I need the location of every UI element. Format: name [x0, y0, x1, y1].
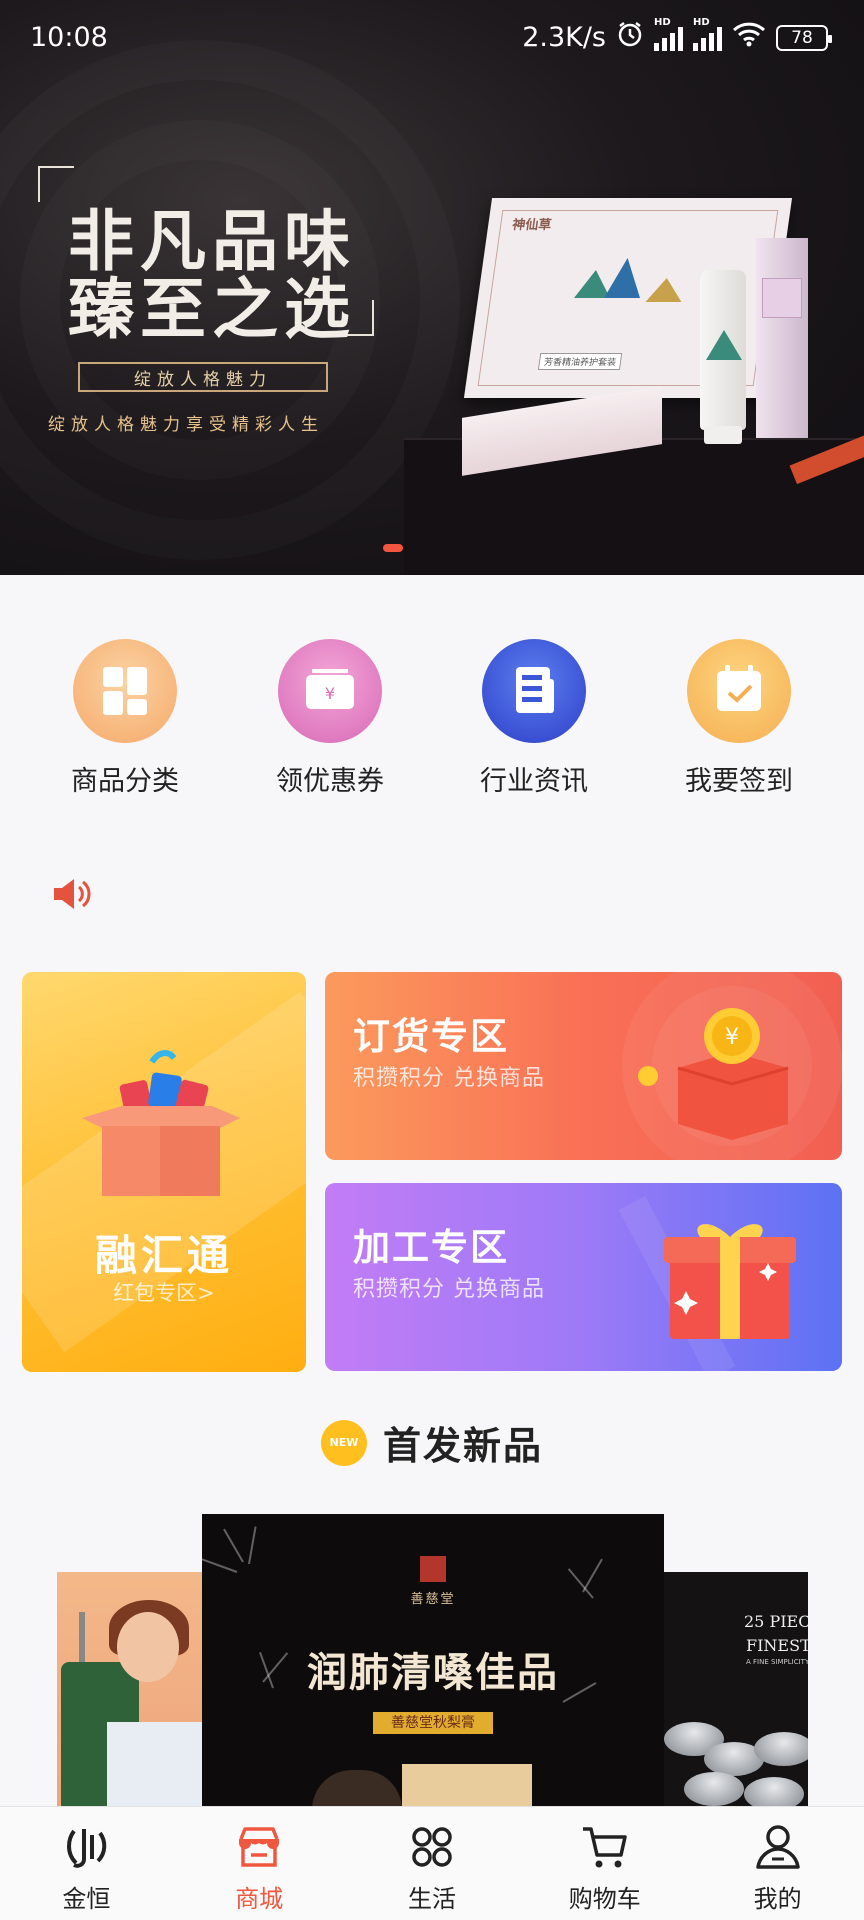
promo-left-title: 融汇通: [94, 1231, 233, 1280]
quick-item-label: 行业资讯: [480, 766, 588, 797]
signal-icon: HD: [693, 17, 722, 51]
promo-rongfutong[interactable]: 融汇通 红包专区>: [22, 972, 306, 1372]
product-brand: 神仙草: [511, 218, 553, 233]
cookware-line2: FINEST: [746, 1636, 808, 1655]
banner-subtitle: 绽放人格魅力享受精彩人生: [48, 415, 324, 435]
promo-br-title: 加工专区: [353, 1226, 509, 1269]
svg-text:¥: ¥: [725, 1025, 739, 1050]
bottom-tab-bar: 金恒 商城 生活 购物车 我的: [0, 1806, 864, 1920]
cookware-line1: 25 PIECE: [744, 1612, 808, 1631]
promo-br-subtitle: 积攒积分 兑换商品: [353, 1277, 545, 1302]
status-time: 10:08: [30, 22, 108, 53]
news-icon: [482, 639, 586, 743]
pear-title: 润肺清嗓佳品: [307, 1649, 559, 1696]
battery-icon: 78: [776, 24, 832, 51]
coupon-icon: ¥: [278, 639, 382, 743]
coin-box-icon: ¥: [622, 972, 842, 1160]
quick-item-checkin[interactable]: 我要签到: [649, 639, 829, 798]
product-carton: [756, 238, 808, 438]
mountain-art: [645, 278, 685, 302]
category-icon: [73, 639, 177, 743]
banner-page-indicator: [383, 544, 403, 552]
promo-order-zone[interactable]: ¥ 订货专区 积攒积分 兑换商品: [325, 972, 842, 1160]
tab-label: 生活: [407, 1885, 456, 1913]
tab-label: 商城: [235, 1885, 284, 1913]
tab-label: 金恒: [62, 1885, 111, 1913]
tab-jinheng[interactable]: 金恒: [0, 1807, 173, 1920]
tab-label: 我的: [753, 1885, 802, 1913]
quick-item-label: 领优惠券: [276, 766, 384, 797]
gift-icon: [618, 1195, 796, 1371]
promo-tr-title: 订货专区: [353, 1015, 509, 1058]
quick-item-coupon[interactable]: ¥ 领优惠券: [240, 639, 420, 798]
new-badge-icon: NEW: [320, 1419, 367, 1466]
quick-menu: 商品分类 ¥ 领优惠券 行业资讯 我要签到: [0, 575, 864, 860]
shop-icon: [233, 1821, 285, 1873]
promo-left-subtitle[interactable]: 红包专区>: [22, 1277, 306, 1307]
speaker-icon[interactable]: [48, 870, 96, 918]
product-card-cookware[interactable]: 25 PIECE FINEST A FINE SIMPLICITY C: [664, 1572, 808, 1806]
banner-title-line2: 臻至之选: [68, 270, 356, 348]
status-bar: 10:08 2.3K/s HD HD 78: [0, 0, 864, 78]
tab-shop[interactable]: 商城: [173, 1807, 346, 1920]
brand-seal-icon: [420, 1556, 446, 1582]
tab-label: 购物车: [568, 1885, 641, 1913]
jinheng-logo-icon: [60, 1821, 112, 1873]
quick-item-label: 我要签到: [685, 766, 793, 797]
banner-boxed-text: 绽放人格魅力: [78, 362, 328, 392]
gift-box-icon: [82, 1050, 240, 1196]
pear-brand: 善慈堂: [410, 1592, 456, 1607]
cart-icon: [579, 1821, 631, 1873]
wifi-icon: [732, 21, 766, 54]
product-tube: [700, 270, 746, 444]
section-header-new: NEW 首发新品: [0, 1415, 864, 1470]
battery-level: 78: [791, 27, 813, 48]
svg-text:¥: ¥: [325, 684, 335, 703]
tab-cart[interactable]: 购物车: [518, 1807, 691, 1920]
quick-item-news[interactable]: 行业资讯: [444, 639, 624, 798]
profile-icon: [752, 1821, 804, 1873]
quick-item-category[interactable]: 商品分类: [35, 639, 215, 798]
net-speed: 2.3K/s: [522, 22, 606, 53]
pear-tagline: 善慈堂秋梨膏: [373, 1712, 493, 1734]
quick-item-label: 商品分类: [71, 766, 179, 797]
mountain-art: [604, 258, 646, 298]
section-title: 首发新品: [382, 1424, 543, 1468]
promo-processing-zone[interactable]: 加工专区 积攒积分 兑换商品: [325, 1183, 842, 1371]
promo-tr-subtitle: 积攒积分 兑换商品: [353, 1066, 545, 1091]
alarm-icon: [616, 20, 644, 55]
tab-life[interactable]: 生活: [346, 1807, 519, 1920]
calendar-checkin-icon: [687, 639, 791, 743]
tab-profile[interactable]: 我的: [691, 1807, 864, 1920]
product-tag: 芳香精油养护套装: [537, 353, 623, 370]
signal-icon: HD: [654, 17, 683, 51]
product-card-pear-syrup[interactable]: 善慈堂 润肺清嗓佳品 善慈堂秋梨膏: [202, 1514, 664, 1806]
cookware-line3: A FINE SIMPLICITY C: [746, 1658, 808, 1666]
hero-banner[interactable]: 非凡品味 臻至之选 绽放人格魅力 绽放人格魅力享受精彩人生 神仙草 芳香精油养护…: [0, 0, 864, 575]
life-grid-icon: [406, 1821, 458, 1873]
